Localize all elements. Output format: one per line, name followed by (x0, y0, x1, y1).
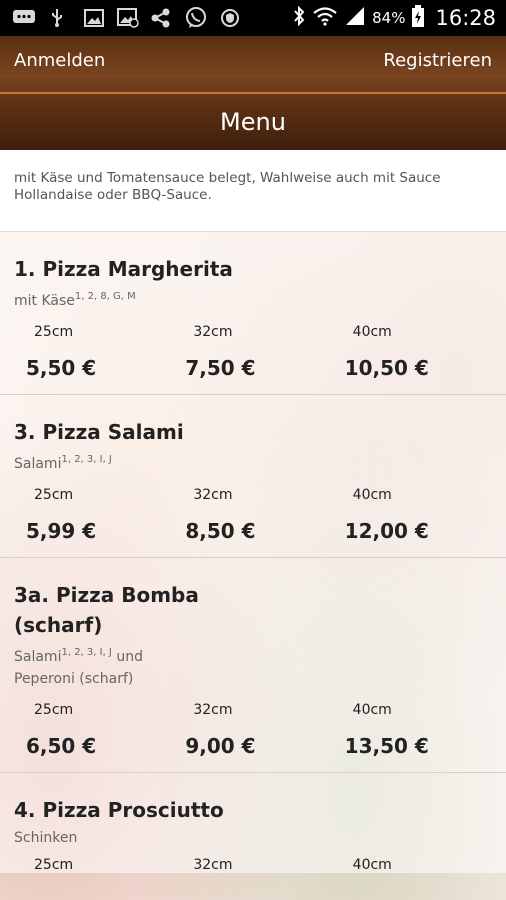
price-label[interactable]: 9,00 € (173, 734, 332, 758)
allergen-codes: 1, 2, 3, I, J (61, 647, 112, 658)
item-description: Salami1, 2, 3, I, J (14, 454, 112, 472)
register-button[interactable]: Registrieren (383, 50, 492, 71)
allergen-codes: 1, 2, 3, I, J (61, 454, 112, 465)
clock: 16:28 (435, 6, 496, 30)
signal-icon (344, 6, 366, 30)
allergen-codes: 1, 2, 8, G, M (74, 291, 136, 302)
size-label: 40cm (352, 702, 392, 718)
price-label[interactable]: 13,50 € (333, 734, 492, 758)
header-divider (0, 92, 506, 94)
size-label: 32cm (193, 857, 233, 873)
item-name: 1. Pizza Margherita (14, 257, 233, 281)
price-label[interactable]: 7,50 € (173, 356, 332, 380)
menu-item-prosciutto[interactable]: 4. Pizza Prosciutto Schinken 25cm 32cm 4… (0, 773, 506, 873)
item-description: Salami1, 2, 3, I, J und Peperoni (scharf… (14, 647, 143, 687)
shield-icon (220, 8, 240, 28)
size-row: 25cm 32cm 40cm (14, 857, 492, 873)
price-label[interactable]: 10,50 € (333, 356, 492, 380)
item-name: 3. Pizza Salami (14, 420, 184, 444)
wifi-icon (312, 6, 338, 30)
chat-icon (12, 8, 36, 28)
price-row: 5,50 € 7,50 € 10,50 € (14, 356, 492, 394)
size-label: 25cm (34, 702, 74, 718)
price-label[interactable]: 6,50 € (14, 734, 173, 758)
menu-item-bomba[interactable]: 3a. Pizza Bomba (scharf) Salami1, 2, 3, … (0, 558, 506, 773)
image-icon (84, 8, 104, 28)
battery-percent: 84% (372, 9, 406, 27)
price-label[interactable]: 8,50 € (173, 519, 332, 543)
menu-item-margherita[interactable]: 1. Pizza Margherita mit Käse1, 2, 8, G, … (0, 232, 506, 395)
usb-icon (50, 8, 64, 28)
login-button[interactable]: Anmelden (14, 50, 105, 71)
price-label[interactable]: 12,00 € (333, 519, 492, 543)
menu-list[interactable]: mit Käse und Tomatensauce belegt, Wahlwe… (0, 150, 506, 900)
size-label: 32cm (193, 487, 233, 503)
size-label: 40cm (352, 487, 392, 503)
price-label[interactable]: 5,50 € (14, 356, 173, 380)
size-label: 32cm (193, 702, 233, 718)
size-row: 25cm 32cm 40cm (14, 702, 492, 718)
price-row: 6,50 € 9,00 € 13,50 € (14, 734, 492, 772)
item-name: 3a. Pizza Bomba (scharf) (14, 583, 199, 637)
battery-icon (411, 5, 425, 31)
size-label: 40cm (352, 857, 392, 873)
category-description: mit Käse und Tomatensauce belegt, Wahlwe… (0, 150, 506, 232)
item-description: mit Käse1, 2, 8, G, M (14, 291, 136, 309)
menu-item-salami[interactable]: 3. Pizza Salami Salami1, 2, 3, I, J 25cm… (0, 395, 506, 558)
status-right: 84% 16:28 (292, 0, 496, 36)
page-title: Menu (220, 108, 286, 136)
size-label: 40cm (352, 324, 392, 340)
item-name: 4. Pizza Prosciutto (14, 798, 224, 822)
viber-icon (185, 7, 207, 28)
size-row: 25cm 32cm 40cm (14, 324, 492, 340)
app-header: Anmelden Registrieren Menu (0, 36, 506, 150)
status-bar: 84% 16:28 (0, 0, 506, 36)
size-row: 25cm 32cm 40cm (14, 487, 492, 503)
size-label: 25cm (34, 487, 74, 503)
bluetooth-icon (292, 5, 306, 30)
size-label: 25cm (34, 857, 74, 873)
size-label: 32cm (193, 324, 233, 340)
item-description: Schinken (14, 830, 78, 846)
price-label[interactable]: 5,99 € (14, 519, 173, 543)
image-off-icon (117, 8, 139, 28)
size-label: 25cm (34, 324, 74, 340)
share-icon (150, 8, 172, 28)
price-row: 5,99 € 8,50 € 12,00 € (14, 519, 492, 557)
